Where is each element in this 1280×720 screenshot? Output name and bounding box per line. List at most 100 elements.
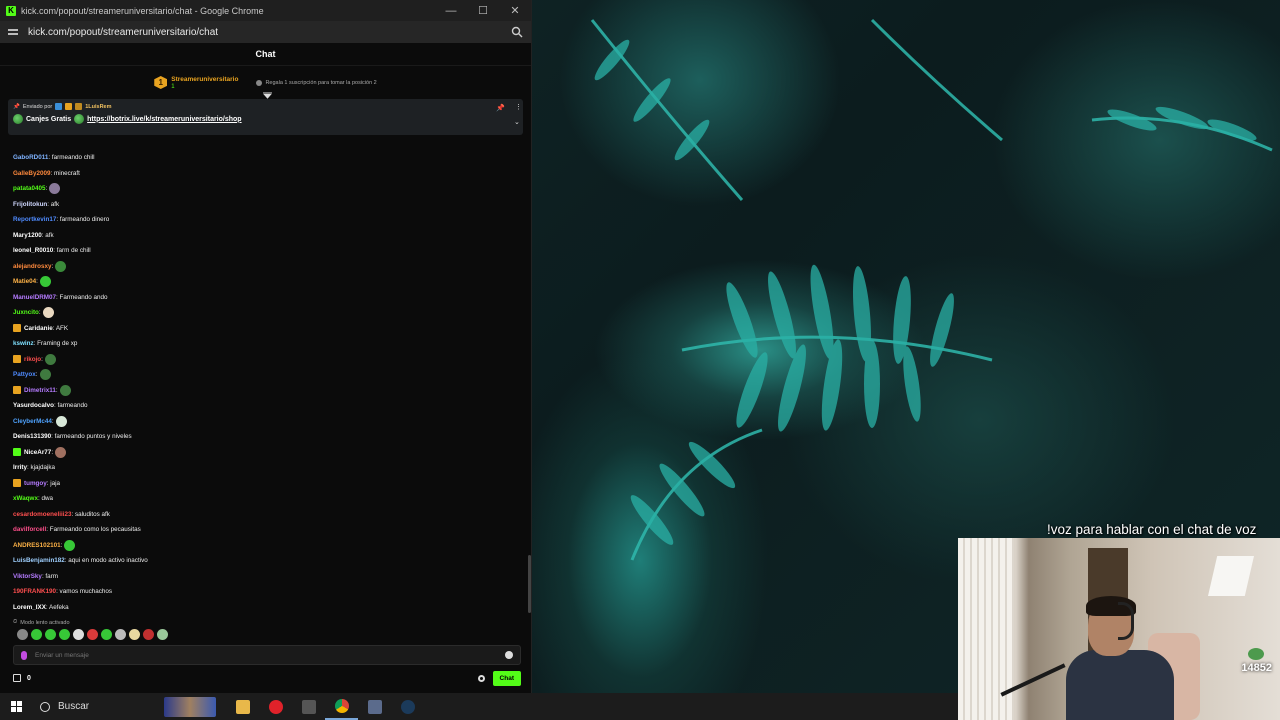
chat-username[interactable]: 190FRANK190 [13,588,56,595]
steam-icon[interactable] [391,693,424,720]
chat-text: : kjajdajka [27,464,56,472]
chat-username[interactable]: davilforcell [13,526,46,533]
file-explorer-icon[interactable] [226,693,259,720]
widgets-art-icon[interactable] [164,696,216,717]
window-titlebar[interactable]: K kick.com/popout/streameruniversitario/… [0,0,531,21]
emote-icon[interactable] [87,629,98,640]
chat-username[interactable]: Caridanie [24,325,53,332]
close-button[interactable]: ✕ [499,4,531,17]
pin-icon[interactable]: 📌 [496,104,505,112]
chat-text: : [55,386,58,394]
emoji-picker-icon[interactable] [505,651,513,659]
chat-username[interactable]: LuisBenjamin182 [13,557,65,564]
chat-username[interactable]: tumgoy [24,480,47,487]
chat-message: Pattyox: [0,367,532,383]
chat-username[interactable]: ViktorSky [13,573,42,580]
chat-username[interactable]: Reportkevin17 [13,216,56,223]
chat-text: : dwa [37,495,54,503]
scroll-to-bottom-icon[interactable] [263,92,272,99]
leaderboard-count: 1 [171,83,175,90]
emote-icon[interactable] [101,629,112,640]
chat-username[interactable]: Matie04 [13,278,36,285]
chat-message: ManuelDRM07: Farmeando ando [0,290,532,306]
maximize-button[interactable]: ☐ [467,4,499,17]
chat-username[interactable]: Irrity [13,464,27,471]
emote-icon [59,384,71,396]
pinned-message: 📌 Enviado por 1LuisRem Canjes Gratis htt… [8,99,523,135]
chat-username[interactable]: Yasurdocalvo [13,402,54,409]
opera-icon[interactable] [259,693,292,720]
chat-username[interactable]: Frijolitokun [13,201,47,208]
chat-username[interactable]: ManuelDRM07 [13,294,56,301]
gift-icon [256,79,263,86]
emote-icon[interactable] [59,629,70,640]
chat-text: : [51,417,54,425]
leaderboard-top-user[interactable]: 1 Streameruniversitario 1 [154,76,238,90]
chat-username[interactable]: Dimetrix11 [24,387,56,394]
chat-text: : [51,448,54,456]
send-chat-button[interactable]: Chat [492,670,521,686]
settings-gear-icon[interactable] [477,674,485,682]
chrome-icon[interactable] [325,693,358,720]
gift-sub-prompt[interactable]: Regala 1 suscripción para tomar la posic… [256,79,377,86]
chat-input-box[interactable] [13,645,521,665]
emote-icon [74,114,85,124]
chat-username[interactable]: CleyberMc44 [13,418,52,425]
chat-username[interactable]: xWaqwx [13,495,38,502]
address-bar[interactable]: kick.com/popout/streameruniversitario/ch… [0,21,531,43]
chat-text: : farmeando chill [48,154,95,162]
chat-message: tumgoy: jaja [0,476,532,492]
emote-icon[interactable] [129,629,140,640]
site-info-icon[interactable] [8,27,18,37]
chat-username[interactable]: GalleBy2009 [13,170,50,177]
emote-icon[interactable] [157,629,168,640]
emote-icon[interactable] [31,629,42,640]
gift-prompt-text: Regala 1 suscripción para tomar la posic… [265,79,377,86]
windows-start-icon[interactable] [0,701,32,712]
url-text[interactable]: kick.com/popout/streameruniversitario/ch… [28,27,511,38]
minimize-button[interactable]: — [435,5,467,17]
chat-scrollbar[interactable] [528,555,531,613]
emote-icon [42,307,54,319]
chat-text: : AFK [52,324,69,332]
pinned-sender[interactable]: 1LuisRem [85,104,111,110]
pinned-link[interactable]: https://botrix.live/k/streameruniversita… [87,116,241,123]
chat-username[interactable]: GaboRD011 [13,154,48,161]
chat-text: : afk [47,200,60,208]
emote-icon[interactable] [17,629,28,640]
chat-username[interactable]: ANDRES102101 [13,542,61,549]
message-input[interactable] [35,651,505,659]
chat-message: davilforcell: Farmeando como los pecausi… [0,522,532,538]
chat-message: 190FRANK190: vamos muchachos [0,584,532,600]
chat-username[interactable]: NiceAr77 [24,449,51,456]
microphone-icon[interactable] [21,650,27,660]
chat-username[interactable]: leonel_R0010 [13,247,53,254]
more-options-icon[interactable]: ⋮ [515,103,522,111]
chrome-chat-window: K kick.com/popout/streameruniversitario/… [0,0,532,693]
app-icon[interactable] [292,693,325,720]
chat-username[interactable]: patata0405 [13,185,46,192]
chat-username[interactable]: alejandrosxy [13,263,52,270]
chat-username[interactable]: Juxncito [13,309,39,316]
chat-text: : Framing de xp [33,340,78,348]
chat-username[interactable]: Pattyox [13,371,36,378]
chat-message: leonel_R0010: farm de chill [0,243,532,259]
chat-username[interactable]: cesardomoeneliii23 [13,511,71,518]
chat-username[interactable]: kswinz [13,340,34,347]
taskbar-search[interactable]: Buscar [32,693,164,720]
kick-logo-icon: K [6,5,16,16]
chat-username[interactable]: Lorem_IXX [13,604,46,611]
channel-points[interactable]: 0 [13,674,478,682]
emote-icon[interactable] [73,629,84,640]
emote-icon[interactable] [143,629,154,640]
emote-icon[interactable] [45,629,56,640]
chat-username[interactable]: Denis131390 [13,433,51,440]
chevron-down-icon[interactable]: ⌄ [514,118,520,126]
emote-icon[interactable] [115,629,126,640]
emote-icon [55,446,67,458]
zoom-icon[interactable] [511,26,523,38]
chat-username[interactable]: rikojo [24,356,41,363]
chat-username[interactable]: Mary1200 [13,232,42,239]
app-icon[interactable] [358,693,391,720]
chat-text: : saluditos afk [71,510,110,518]
